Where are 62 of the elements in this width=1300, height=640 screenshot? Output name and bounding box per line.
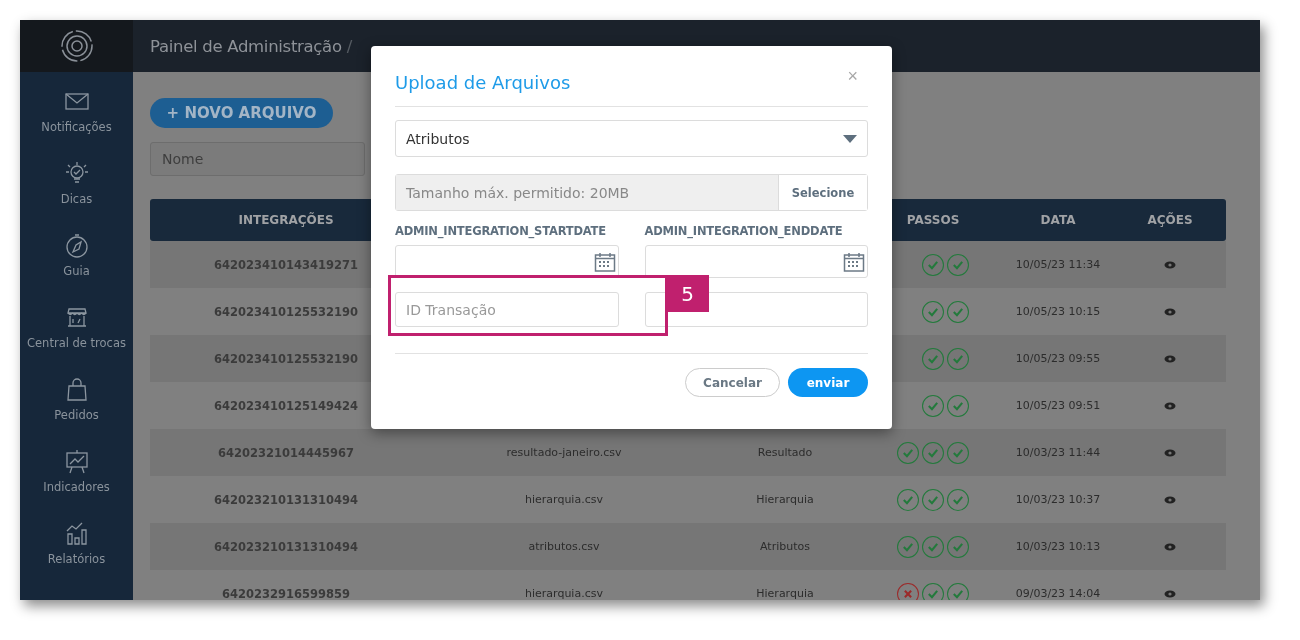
- sidebar-item[interactable]: Indicadores: [20, 432, 133, 504]
- table-cell: atributos.csv: [528, 540, 600, 553]
- table-cell: 10/03/23 11:44: [1015, 446, 1101, 459]
- column-header: INTEGRAÇÕES: [238, 213, 334, 227]
- calendar-icon[interactable]: [843, 250, 865, 273]
- table-cell: 642023410125149424: [214, 398, 358, 413]
- calendar-icon[interactable]: [593, 250, 616, 273]
- table-cell: hierarquia.csv: [525, 493, 603, 506]
- table-cell: 6420232916599859: [222, 586, 350, 600]
- table-cell: Atributos: [760, 540, 810, 553]
- table-cell: Hierarquia: [756, 493, 814, 506]
- eye-icon[interactable]: [1164, 354, 1176, 363]
- new-file-button[interactable]: + NOVO ARQUIVO: [150, 98, 333, 128]
- cancel-button[interactable]: Cancelar: [685, 368, 780, 397]
- table-cell: Hierarquia: [756, 587, 814, 600]
- table-cell: 64202321014445967: [218, 445, 354, 460]
- table-cell: 642023410143419271: [214, 257, 358, 272]
- eye-icon[interactable]: [1164, 260, 1176, 269]
- table-cell: 10/03/23 10:13: [1015, 540, 1101, 553]
- type-select[interactable]: Atributos: [395, 120, 868, 157]
- modal-title: Upload de Arquivos: [395, 71, 571, 93]
- submit-button[interactable]: enviar: [788, 368, 868, 397]
- column-header: PASSOS: [906, 213, 960, 227]
- table-cell: 09/03/23 14:04: [1015, 587, 1101, 600]
- sidebar-item[interactable]: Guia: [20, 216, 133, 288]
- sidebar-item[interactable]: Pedidos: [20, 360, 133, 432]
- date-field[interactable]: [395, 245, 619, 278]
- field-label: ADMIN_INTEGRATION_STARTDATE: [395, 224, 607, 238]
- sidebar-item[interactable]: Dicas: [20, 144, 133, 216]
- table-cell: 642023410125532190: [214, 351, 358, 366]
- page-title: Painel de Administração: [150, 36, 342, 56]
- table-cell: 10/03/23 10:37: [1015, 493, 1101, 506]
- eye-icon[interactable]: [1164, 589, 1176, 598]
- breadcrumb-separator: /: [346, 36, 352, 56]
- transaction-id-field[interactable]: ID Transação: [395, 292, 619, 327]
- column-header: DATA: [1040, 213, 1076, 227]
- name-filter-field[interactable]: Nome: [150, 142, 365, 176]
- eye-icon[interactable]: [1164, 542, 1176, 551]
- column-header: AÇÕES: [1147, 213, 1193, 227]
- table-cell: 10/05/23 11:34: [1015, 258, 1101, 271]
- table-cell: 10/05/23 10:15: [1015, 305, 1101, 318]
- sidebar-item[interactable]: Notificações: [20, 72, 133, 144]
- table-cell: 10/05/23 09:51: [1015, 399, 1101, 412]
- file-size-hint: Tamanho máx. permitido: 20MB: [406, 184, 630, 201]
- step-number-badge: 5: [666, 275, 709, 312]
- table-cell: Resultado: [757, 446, 813, 459]
- eye-icon[interactable]: [1164, 307, 1176, 316]
- sidebar-item[interactable]: Central de trocas: [20, 288, 133, 360]
- file-field[interactable]: Tamanho máx. permitido: 20MB Selecione: [395, 174, 868, 211]
- eye-icon[interactable]: [1164, 401, 1176, 410]
- field-label: ADMIN_INTEGRATION_ENDDATE: [644, 224, 844, 238]
- sidebar-item[interactable]: Relatórios: [20, 504, 133, 576]
- table-cell: 642023210131310494: [214, 492, 358, 507]
- table-cell: 642023210131310494: [214, 539, 358, 554]
- eye-icon[interactable]: [1164, 495, 1176, 504]
- eye-icon[interactable]: [1164, 448, 1176, 457]
- caret-icon: [843, 134, 857, 143]
- table-cell: resultado-janeiro.csv: [506, 446, 622, 459]
- table-cell: 10/05/23 09:55: [1015, 352, 1101, 365]
- logo-icon: [59, 29, 94, 63]
- table-cell: hierarquia.csv: [525, 587, 603, 600]
- table-cell: 642023410125532190: [214, 304, 358, 319]
